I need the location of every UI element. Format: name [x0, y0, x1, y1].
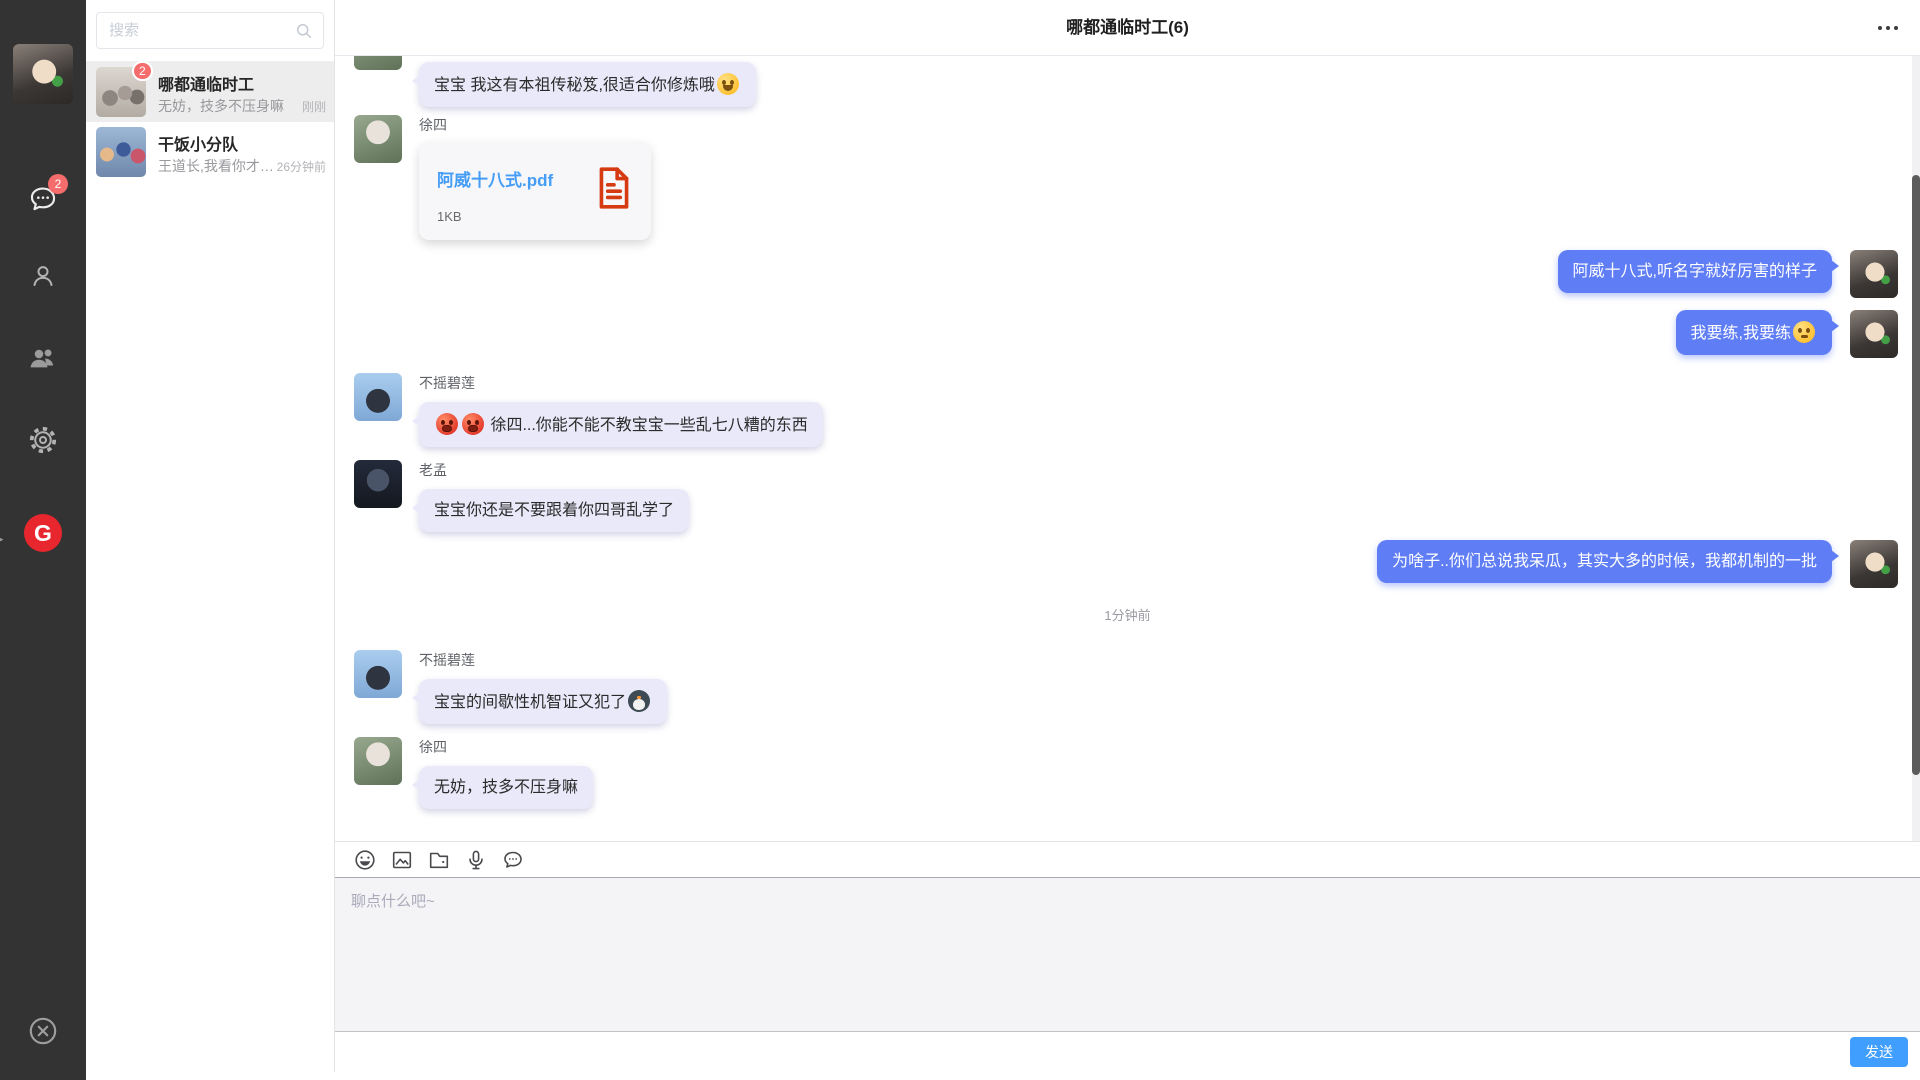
nav-item-group-chats[interactable]: [0, 330, 86, 390]
sender-avatar[interactable]: [354, 737, 402, 785]
conversation-title: 哪都通临时工: [158, 71, 254, 95]
user-avatar[interactable]: [13, 44, 73, 104]
emoji-picker-icon[interactable]: [353, 848, 377, 872]
send-button[interactable]: 发送: [1850, 1037, 1908, 1067]
conversation-avatar: [96, 127, 146, 177]
message-bubble: 我要练,我要练: [1676, 310, 1832, 355]
scrollbar-thumb[interactable]: [1912, 175, 1920, 775]
sender-avatar[interactable]: [354, 56, 402, 70]
group-chat-icon: [27, 342, 59, 379]
message-left: 老孟 宝宝你还是不要跟着你四哥乱学了: [354, 460, 689, 532]
melting-face-emoji-icon: [1793, 321, 1815, 343]
own-avatar[interactable]: [1850, 540, 1898, 588]
search-icon[interactable]: [294, 21, 314, 46]
nav-rail: 2: [0, 0, 86, 1080]
message-bubble: 为啥子..你们总说我呆瓜，其实大多的时候，我都机制的一批: [1377, 540, 1832, 583]
pdf-file-icon: [595, 166, 633, 215]
sender-name: 不摇碧莲: [419, 373, 823, 393]
sender-avatar[interactable]: [354, 115, 402, 163]
message-left: 宝宝 我这有本祖传秘笈,很适合你修炼哦: [354, 56, 756, 107]
message-bubble: 徐四...你能不能不教宝宝一些乱七八糟的东西: [419, 402, 823, 447]
message-history-icon[interactable]: [501, 848, 525, 872]
message-bubble: 无妨，技多不压身嘛: [419, 766, 593, 809]
hugging-face-emoji-icon: [717, 73, 739, 95]
chat-header: 哪都通临时工(6): [335, 0, 1920, 56]
nav-item-chats[interactable]: [0, 171, 86, 231]
sender-avatar[interactable]: [354, 373, 402, 421]
nav-item-contacts[interactable]: [0, 248, 86, 308]
conversation-title: 干饭小分队: [158, 131, 238, 155]
message-bubble: 阿威十八式,听名字就好厉害的样子: [1558, 250, 1832, 293]
message-right: 阿威十八式,听名字就好厉害的样子: [1558, 250, 1898, 298]
own-avatar[interactable]: [1850, 310, 1898, 358]
sender-name: 不摇碧莲: [419, 650, 667, 670]
time-divider: 1分钟前: [335, 605, 1920, 624]
message-left: 不摇碧莲 宝宝的间歇性机智证又犯了: [354, 650, 667, 724]
conversation-item[interactable]: 2 哪都通临时工 无妨，技多不压身嘛 刚刚: [86, 62, 334, 122]
message-right: 为啥子..你们总说我呆瓜，其实大多的时候，我都机制的一批: [1377, 540, 1898, 588]
message-bubble: 宝宝 我这有本祖传秘笈,很适合你修炼哦: [419, 62, 756, 107]
conversation-item[interactable]: 干饭小分队 王道长,我看你才… 26分钟前: [86, 122, 334, 182]
sender-name: 老孟: [419, 460, 689, 480]
conversation-list-panel: 2 哪都通临时工 无妨，技多不压身嘛 刚刚 干饭小分队 王道长,我看你才… 26…: [86, 0, 334, 1080]
nav-item-close[interactable]: [0, 1003, 86, 1063]
close-icon: [26, 1014, 60, 1053]
own-avatar[interactable]: [1850, 250, 1898, 298]
message-list: 宝宝 我这有本祖传秘笈,很适合你修炼哦 徐四 阿威十八式.pdf 1KB: [335, 56, 1920, 841]
rage-face-emoji-icon: [462, 413, 484, 435]
file-size: 1KB: [437, 209, 462, 224]
message-left: 徐四 无妨，技多不压身嘛: [354, 737, 593, 809]
voice-microphone-icon[interactable]: [464, 848, 488, 872]
sender-name: 徐四: [419, 115, 651, 135]
message-right: 我要练,我要练: [1676, 310, 1898, 358]
message-left-file: 徐四 阿威十八式.pdf 1KB: [354, 115, 651, 240]
collapse-arrow-icon[interactable]: ▸: [0, 531, 4, 547]
chat-app-window: 2: [0, 0, 1920, 1080]
message-bubble: 宝宝你还是不要跟着你四哥乱学了: [419, 489, 689, 532]
logo-g-icon: G: [24, 514, 62, 552]
chat-title: 哪都通临时工(6): [335, 0, 1920, 55]
sender-avatar[interactable]: [354, 460, 402, 508]
penguin-emoji-icon: [628, 690, 650, 712]
composer: 发送: [335, 841, 1920, 1072]
conversation-time: 26分钟前: [277, 158, 326, 175]
settings-gear-icon: [28, 425, 58, 460]
more-ellipsis-icon[interactable]: [1878, 26, 1898, 30]
send-file-folder-icon[interactable]: [427, 848, 451, 872]
file-attachment-card[interactable]: 阿威十八式.pdf 1KB: [419, 142, 651, 240]
nav-item-settings[interactable]: [0, 412, 86, 472]
conversation-preview: 王道长,我看你才…: [158, 156, 274, 176]
nav-unread-badge: 2: [48, 174, 68, 194]
conversation-unread-badge: 2: [132, 61, 153, 81]
chat-panel: 哪都通临时工(6) 宝宝 我这有本祖传秘笈,很适合你修炼哦 徐四 阿威十八式.p…: [334, 0, 1920, 1072]
file-name-link[interactable]: 阿威十八式.pdf: [437, 166, 553, 191]
sender-name: 徐四: [419, 737, 593, 757]
send-image-icon[interactable]: [390, 848, 414, 872]
conversation-time: 刚刚: [302, 98, 326, 115]
send-row: 发送: [335, 1032, 1920, 1072]
composer-toolbar: [335, 842, 1920, 877]
contacts-icon: [28, 261, 58, 296]
search-section: [86, 0, 334, 62]
nav-item-logo[interactable]: G: [0, 503, 86, 563]
conversation-preview: 无妨，技多不压身嘛: [158, 96, 284, 116]
sender-avatar[interactable]: [354, 650, 402, 698]
message-left: 不摇碧莲 徐四...你能不能不教宝宝一些乱七八糟的东西: [354, 373, 823, 447]
rage-face-emoji-icon: [436, 413, 458, 435]
message-input[interactable]: [335, 877, 1920, 1032]
message-bubble: 宝宝的间歇性机智证又犯了: [419, 679, 667, 724]
search-input[interactable]: [96, 12, 324, 49]
